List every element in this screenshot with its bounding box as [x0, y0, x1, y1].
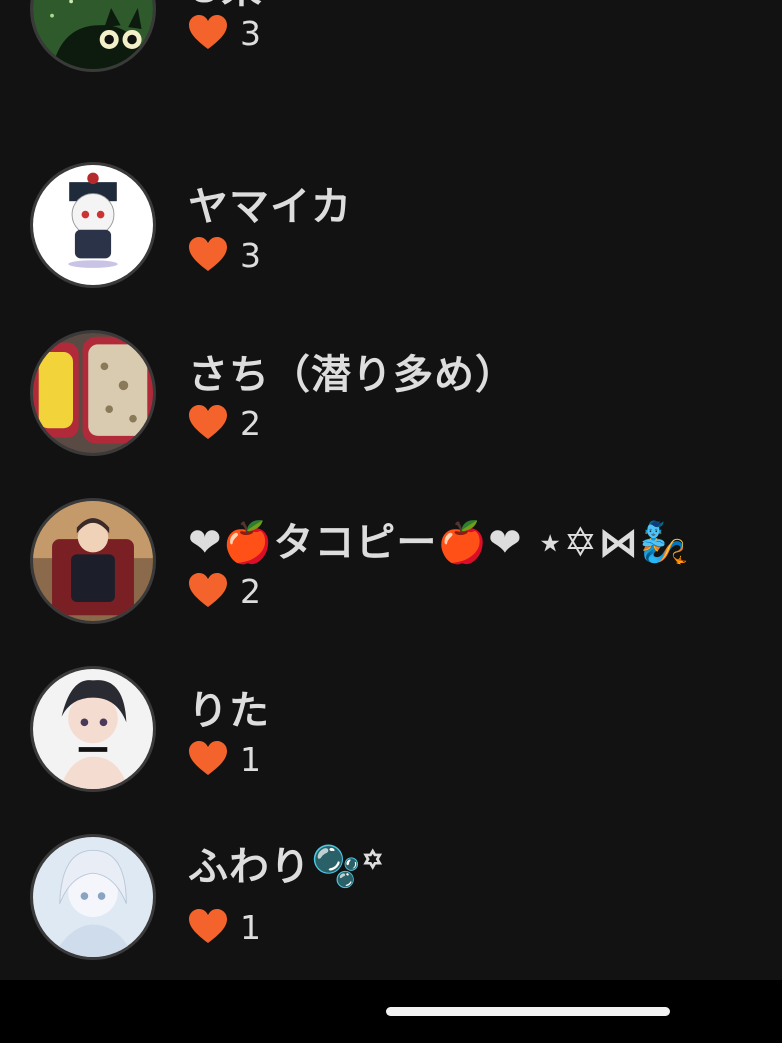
like-count-row: 3	[188, 235, 261, 275]
heart-icon	[189, 237, 227, 271]
anime-boy-avatar-icon	[33, 501, 153, 621]
chibi-ghost-avatar-icon	[33, 165, 153, 285]
bento-avatar-icon	[33, 333, 153, 453]
list-item[interactable]: ふわり🫧꙳ 1	[0, 834, 782, 980]
user-name: ヤマイカ	[188, 184, 352, 230]
list-item[interactable]: U来 3	[0, 0, 782, 114]
user-name: ❤🍎タコピー🍎❤ ⋆✡⋈🧞	[188, 520, 690, 566]
anime-dark-hair-avatar-icon	[33, 669, 153, 789]
heart-icon	[189, 405, 227, 439]
list-item[interactable]: ❤🍎タコピー🍎❤ ⋆✡⋈🧞 2	[0, 498, 782, 666]
like-count-row: 2	[188, 571, 261, 611]
avatar[interactable]	[30, 162, 156, 288]
user-name: U来	[188, 0, 262, 14]
like-count-row: 1	[188, 907, 261, 947]
home-indicator[interactable]	[386, 1007, 670, 1016]
green-cat-avatar-icon	[33, 0, 153, 69]
like-count-row: 2	[188, 403, 261, 443]
avatar[interactable]	[30, 834, 156, 960]
avatar[interactable]	[30, 666, 156, 792]
like-count: 2	[240, 571, 261, 611]
list-item[interactable]: りた 1	[0, 666, 782, 834]
system-navigation-bar	[0, 980, 782, 1043]
user-name: さち（潜り多め）	[188, 352, 516, 398]
heart-icon	[189, 15, 227, 49]
list-item[interactable]: ヤマイカ 3	[0, 162, 782, 330]
user-name: ふわり🫧꙳	[188, 844, 385, 890]
anime-white-hair-avatar-icon	[33, 837, 153, 957]
user-name: りた	[188, 688, 270, 734]
like-count: 1	[240, 907, 261, 947]
like-count: 3	[240, 235, 261, 275]
avatar[interactable]	[30, 498, 156, 624]
like-count-row: 3	[188, 13, 261, 53]
heart-icon	[189, 741, 227, 775]
liked-users-list: U来 3 ヤマイカ 3	[0, 0, 782, 980]
like-count: 2	[240, 403, 261, 443]
avatar[interactable]	[30, 0, 156, 72]
like-count-row: 1	[188, 739, 261, 779]
heart-icon	[189, 573, 227, 607]
list-item[interactable]: さち（潜り多め） 2	[0, 330, 782, 498]
like-count: 3	[240, 13, 261, 53]
like-count: 1	[240, 739, 261, 779]
heart-icon	[189, 909, 227, 943]
avatar[interactable]	[30, 330, 156, 456]
